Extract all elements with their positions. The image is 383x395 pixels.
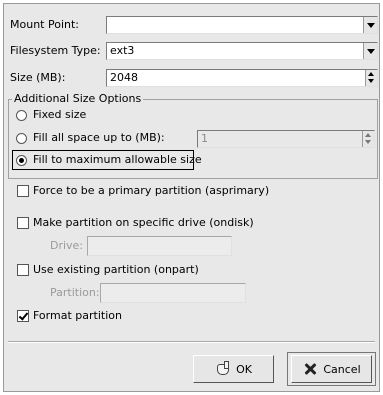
hand-pointer-icon — [215, 361, 231, 377]
existing-partition-label[interactable]: Use existing partition (onpart) — [33, 263, 199, 277]
filesystem-type-combo[interactable]: ext3 — [106, 42, 378, 60]
partition-input[interactable] — [100, 283, 246, 303]
partition-label: Partition: — [50, 286, 100, 299]
x-cross-icon — [302, 361, 318, 377]
fill-upto-radio[interactable] — [16, 133, 27, 144]
cancel-button[interactable]: Cancel — [291, 355, 372, 383]
fill-upto-label[interactable]: Fill all space up to (MB): — [33, 131, 165, 145]
existing-partition-checkbox[interactable] — [17, 264, 29, 276]
size-label: Size (MB): — [10, 71, 66, 84]
fill-max-label[interactable]: Fill to maximum allowable size — [33, 153, 202, 167]
fill-max-radio[interactable] — [16, 155, 27, 166]
drive-input[interactable] — [87, 236, 232, 256]
filesystem-type-value: ext3 — [110, 44, 135, 57]
specific-drive-checkbox[interactable] — [17, 217, 29, 229]
fixed-size-label[interactable]: Fixed size — [33, 108, 86, 122]
cancel-label: Cancel — [323, 362, 361, 376]
size-spinbox[interactable]: 2048 — [106, 69, 378, 87]
ok-button[interactable]: OK — [193, 355, 274, 383]
fill-upto-value: 1 — [201, 132, 208, 145]
mount-point-label: Mount Point: — [10, 18, 79, 31]
format-partition-checkbox[interactable] — [17, 310, 29, 322]
mount-point-combo[interactable] — [106, 16, 378, 34]
chevron-down-icon[interactable] — [363, 43, 377, 59]
fixed-size-radio[interactable] — [16, 110, 27, 121]
drive-label: Drive: — [50, 239, 84, 252]
filesystem-type-label: Filesystem Type: — [10, 44, 101, 57]
size-value: 2048 — [110, 71, 138, 84]
chevron-down-icon[interactable] — [363, 17, 377, 33]
specific-drive-label[interactable]: Make partition on specific drive (ondisk… — [33, 216, 254, 230]
format-partition-label[interactable]: Format partition — [33, 309, 122, 323]
fill-upto-spinbox[interactable]: 1 — [197, 130, 375, 148]
button-separator — [8, 341, 375, 343]
spin-arrows-icon[interactable] — [362, 131, 374, 147]
size-options-title: Additional Size Options — [12, 92, 144, 106]
spin-arrows-icon[interactable] — [365, 70, 377, 86]
force-primary-label[interactable]: Force to be a primary partition (asprima… — [33, 184, 269, 198]
ok-label: OK — [236, 362, 252, 376]
force-primary-checkbox[interactable] — [17, 185, 29, 197]
